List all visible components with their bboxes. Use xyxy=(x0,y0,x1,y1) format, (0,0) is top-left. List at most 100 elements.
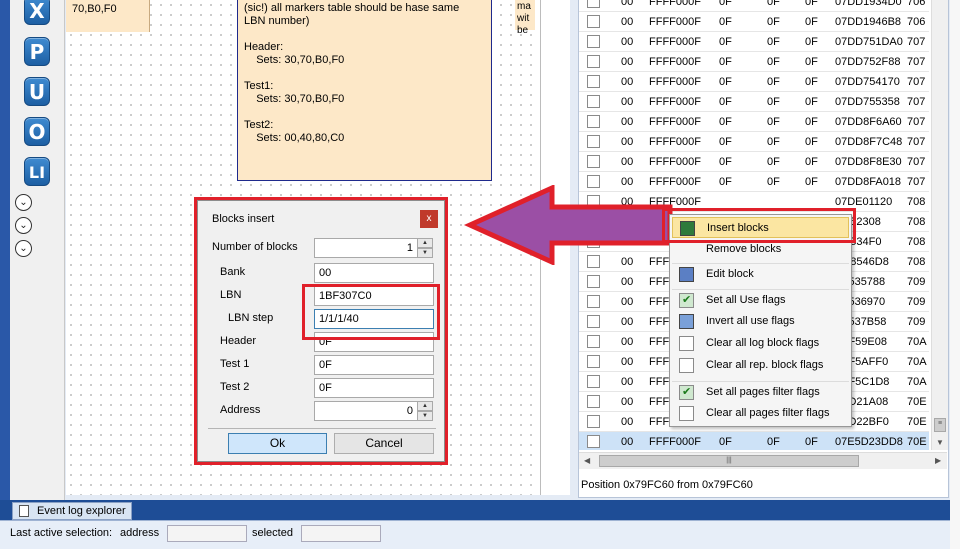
table-cell: 707 xyxy=(907,116,926,128)
row-checkbox[interactable] xyxy=(587,355,600,368)
row-checkbox[interactable] xyxy=(587,0,600,8)
table-cell: 00 xyxy=(621,296,634,308)
note-main[interactable]: (sic!) all markers table should be hase … xyxy=(237,0,492,181)
table-cell: 70A xyxy=(907,336,927,348)
table-cell: 0F xyxy=(767,16,780,28)
chevron-down-icon[interactable]: ⌄ xyxy=(15,194,32,211)
table-cell: 00 xyxy=(621,416,634,428)
table-row[interactable]: 00 FFFF000F 0F 0F 0F 07DD8F8E30 707 xyxy=(579,152,929,172)
row-checkbox[interactable] xyxy=(587,35,600,48)
table-row[interactable]: 00 FFFF000F 0F 0F 0F 07E5D23DD8 70E xyxy=(579,432,929,450)
table-row[interactable]: 00 FFFF000F 0F 0F 0F 07DD8F6A60 707 xyxy=(579,112,929,132)
scroll-down-arrow-icon[interactable]: ▼ xyxy=(936,438,944,447)
table-cell: 706 xyxy=(907,16,926,28)
u-button[interactable]: U xyxy=(24,77,50,106)
tab-label: Event log explorer xyxy=(37,505,126,517)
table-cell: 0F xyxy=(805,16,818,28)
table-cell: 07DD8F8E30 xyxy=(835,156,902,168)
scroll-right-arrow-icon[interactable]: ▶ xyxy=(935,456,941,465)
table-cell: 07DE01120 xyxy=(835,196,893,208)
note-left[interactable]: 70,B0,F0 xyxy=(66,0,150,32)
table-cell: 07DD752F88 xyxy=(835,56,901,68)
checkbox-icon xyxy=(679,358,694,373)
table-cell: 00 xyxy=(621,16,634,28)
li-button[interactable]: LI xyxy=(24,157,50,186)
row-checkbox[interactable] xyxy=(587,15,600,28)
table-cell: FFFF000F xyxy=(649,76,701,88)
table-row[interactable]: 00 FFFF000F 0F 0F 0F 07DD8F7C48 707 xyxy=(579,132,929,152)
p-button[interactable]: P xyxy=(24,37,50,66)
row-checkbox[interactable] xyxy=(587,315,600,328)
x-button[interactable]: X xyxy=(24,0,50,25)
table-cell: 0F xyxy=(719,56,732,68)
table-row[interactable]: 00 FFFF000F 0F 0F 0F 07DD752F88 707 xyxy=(579,52,929,72)
table-cell: 0F xyxy=(719,156,732,168)
menu-item-clear-all-pages-filter-flags[interactable]: Clear all pages filter flags xyxy=(672,403,849,424)
table-cell: 00 xyxy=(621,0,634,8)
row-checkbox[interactable] xyxy=(587,375,600,388)
table-cell: 0F xyxy=(719,176,732,188)
vertical-scrollbar[interactable]: ≡ ▼ xyxy=(931,0,948,450)
row-checkbox[interactable] xyxy=(587,55,600,68)
table-cell: 70E xyxy=(907,416,927,428)
table-row[interactable]: 00 FFFF000F 0F 0F 0F 07DD751DA0 707 xyxy=(579,32,929,52)
table-cell: 707 xyxy=(907,36,926,48)
table-cell: FFF xyxy=(649,356,670,368)
table-cell: FFFF000F xyxy=(649,116,701,128)
row-checkbox[interactable] xyxy=(587,115,600,128)
bottom-tab-bar: Event log explorer xyxy=(0,500,960,520)
table-cell: 707 xyxy=(907,176,926,188)
menu-item-invert-all-use-flags[interactable]: Invert all use flags xyxy=(672,311,849,332)
table-cell: 07DD1946B8 xyxy=(835,16,902,28)
document-icon xyxy=(19,505,29,517)
table-cell: 708 xyxy=(907,236,926,248)
row-checkbox[interactable] xyxy=(587,95,600,108)
table-row[interactable]: 00 FFFF000F 0F 0F 0F 07DD1946B8 706 xyxy=(579,12,929,32)
row-checkbox[interactable] xyxy=(587,135,600,148)
note-right[interactable]: ma wit be xyxy=(515,0,535,36)
table-cell: 07E5D23DD8 xyxy=(835,436,903,448)
menu-item-label: Edit block xyxy=(706,268,754,280)
row-checkbox[interactable] xyxy=(587,435,600,448)
row-checkbox[interactable] xyxy=(587,275,600,288)
table-cell: FFF xyxy=(649,416,670,428)
table-row[interactable]: 00 FFFF000F 0F 0F 0F 07DD754170 707 xyxy=(579,72,929,92)
arrow-pointer-graphic xyxy=(463,185,673,265)
row-checkbox[interactable] xyxy=(587,295,600,308)
table-cell: 0F xyxy=(767,76,780,88)
position-label: Position 0x79FC60 from 0x79FC60 xyxy=(581,479,753,491)
table-cell: 00 xyxy=(621,356,634,368)
table-cell: 0F xyxy=(767,0,780,8)
row-checkbox[interactable] xyxy=(587,75,600,88)
o-button[interactable]: O xyxy=(24,117,50,146)
table-cell: FFF xyxy=(649,376,670,388)
scroll-left-arrow-icon[interactable]: ◀ xyxy=(584,456,590,465)
menu-item-edit-block[interactable]: Edit block xyxy=(672,263,849,284)
table-row[interactable]: 00 FFFF000F 0F 0F 0F 07DD1934D0 706 xyxy=(579,0,929,12)
tab-event-log-explorer[interactable]: Event log explorer xyxy=(12,502,132,520)
menu-item-set-all-use-flags[interactable]: Set all Use flags xyxy=(672,289,849,310)
h-scroll-thumb[interactable]: ||| xyxy=(599,455,859,467)
table-cell: 0F xyxy=(719,96,732,108)
table-cell: 708 xyxy=(907,256,926,268)
chevron-down-icon[interactable]: ⌄ xyxy=(15,240,32,257)
table-cell: 70E xyxy=(907,396,927,408)
table-cell: 70A xyxy=(907,356,927,368)
row-checkbox[interactable] xyxy=(587,155,600,168)
chevron-down-icon[interactable]: ⌄ xyxy=(15,217,32,234)
address-status-label: address xyxy=(120,527,160,539)
menu-item-label: Set all Use flags xyxy=(706,294,786,306)
table-cell: FFF xyxy=(649,276,670,288)
horizontal-scrollbar[interactable]: ◀ ||| ▶ xyxy=(579,452,947,469)
menu-item-clear-all-log-block-flags[interactable]: Clear all log block flags xyxy=(672,333,849,354)
row-checkbox[interactable] xyxy=(587,335,600,348)
menu-item-clear-all-rep-block-flags[interactable]: Clear all rep. block flags xyxy=(672,355,849,376)
selected-status-label: selected xyxy=(252,527,293,539)
menu-item-label: Set all pages filter flags xyxy=(706,386,820,398)
scroll-thumb[interactable]: ≡ xyxy=(934,418,946,432)
table-row[interactable]: 00 FFFF000F 0F 0F 0F 07DD755358 707 xyxy=(579,92,929,112)
menu-item-set-all-pages-filter-flags[interactable]: Set all pages filter flags xyxy=(672,381,849,402)
row-checkbox[interactable] xyxy=(587,415,600,428)
arrow-shape xyxy=(463,185,673,265)
row-checkbox[interactable] xyxy=(587,395,600,408)
